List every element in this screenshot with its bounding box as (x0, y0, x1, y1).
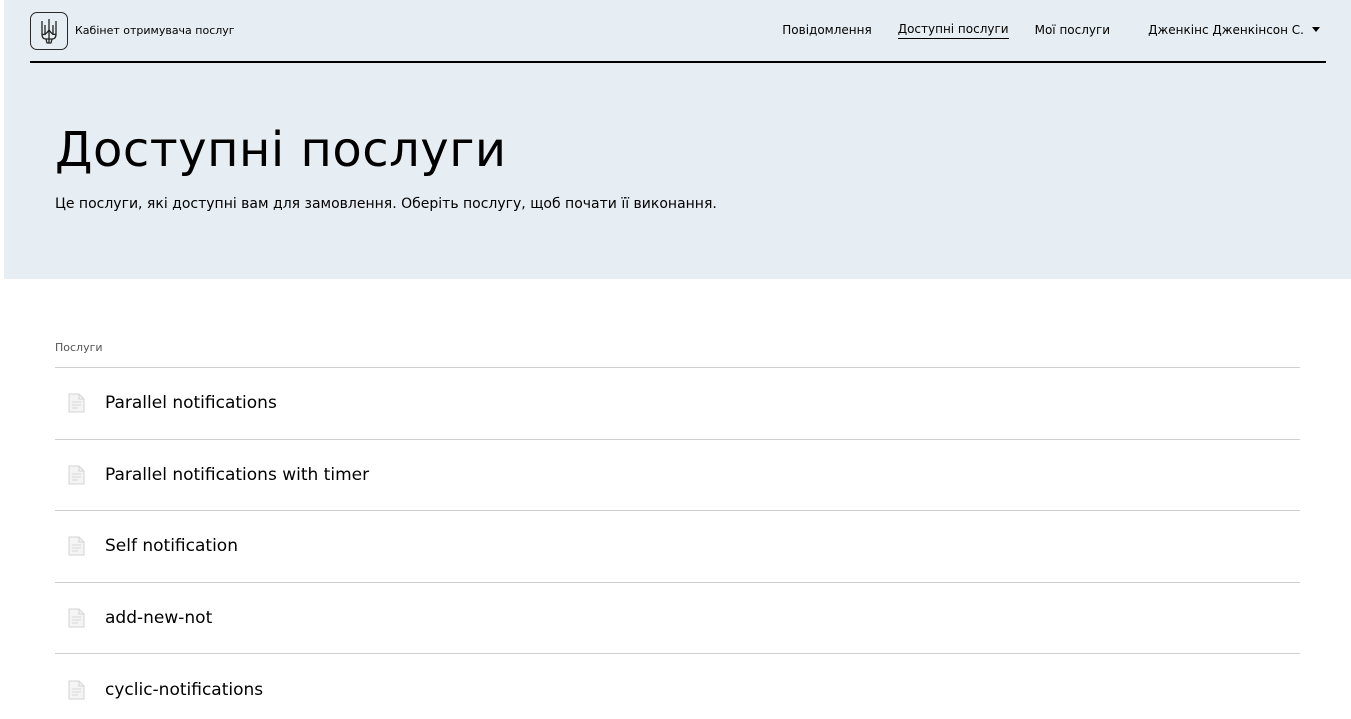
page-title: Доступні послуги (55, 122, 507, 178)
service-row-self-notification[interactable]: Self notification (55, 511, 1300, 583)
service-name: add-new-not (105, 607, 213, 628)
services-label: Послуги (55, 341, 1300, 368)
document-icon (55, 465, 105, 485)
document-icon (55, 608, 105, 628)
chevron-down-icon (1312, 27, 1320, 32)
trident-icon[interactable] (30, 12, 68, 50)
document-icon (55, 393, 105, 413)
page-subtitle: Це послуги, які доступні вам для замовле… (55, 196, 717, 212)
user-menu[interactable]: Дженкінс Дженкінсон С. (1148, 23, 1326, 39)
app-title: Кабінет отримувача послуг (75, 24, 235, 37)
page: Кабінет отримувача послуг Повідомлення Д… (0, 0, 1351, 719)
services-list: Послуги Parallel notifications Parallel … (55, 341, 1300, 719)
service-name: cyclic-notifications (105, 679, 264, 700)
service-row-parallel-notifications[interactable]: Parallel notifications (55, 368, 1300, 440)
nav-available-services[interactable]: Доступні послуги (897, 22, 1009, 39)
header: Кабінет отримувача послуг Повідомлення Д… (30, 0, 1326, 63)
service-name: Parallel notifications (105, 393, 277, 414)
service-row-add-new-not[interactable]: add-new-not (55, 583, 1300, 654)
nav-my-services[interactable]: Мої послуги (1035, 23, 1111, 39)
service-name: Parallel notifications with timer (105, 464, 370, 485)
top-nav: Повідомлення Доступні послуги Мої послуг… (782, 22, 1326, 39)
nav-notifications[interactable]: Повідомлення (782, 23, 871, 39)
hero-section: Кабінет отримувача послуг Повідомлення Д… (4, 0, 1351, 279)
document-icon (55, 536, 105, 556)
service-name: Self notification (105, 536, 238, 557)
service-row-cyclic-notifications[interactable]: cyclic-notifications (55, 654, 1300, 719)
document-icon (55, 680, 105, 700)
service-row-parallel-notifications-timer[interactable]: Parallel notifications with timer (55, 440, 1300, 511)
user-name: Дженкінс Дженкінсон С. (1148, 22, 1304, 37)
